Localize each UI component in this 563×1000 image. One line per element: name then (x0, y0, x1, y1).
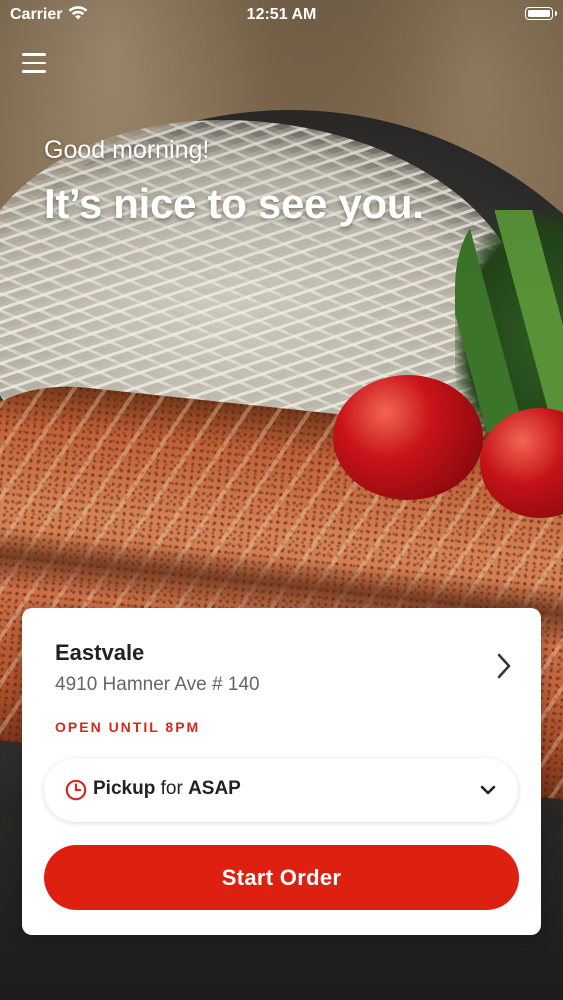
greeting-text: Good morning! (44, 136, 210, 164)
order-mode-label: Pickup for ASAP (93, 778, 241, 800)
store-hours-status: OPEN UNTIL 8PM (55, 719, 201, 735)
chevron-right-icon[interactable] (497, 653, 511, 684)
order-mode-dropdown[interactable]: Pickup for ASAP (44, 758, 518, 822)
clock-icon (65, 779, 87, 806)
hamburger-menu-icon[interactable] (22, 53, 46, 75)
chevron-down-icon (480, 783, 496, 801)
status-time: 12:51 AM (246, 6, 317, 23)
battery-icon (525, 7, 557, 20)
location-selector[interactable]: Eastvale 4910 Hamner Ave # 140 (22, 608, 541, 708)
order-mode-type: Pickup (93, 778, 156, 799)
order-mode-connector: for (160, 778, 183, 799)
location-name: Eastvale (55, 640, 145, 665)
location-card: Eastvale 4910 Hamner Ave # 140 OPEN UNTI… (22, 608, 541, 935)
start-order-button[interactable]: Start Order (44, 845, 519, 910)
welcome-headline: It’s nice to see you. (44, 180, 424, 227)
status-bar: Carrier 12:51 AM (0, 0, 563, 30)
location-address: 4910 Hamner Ave # 140 (55, 674, 260, 695)
order-mode-time: ASAP (188, 778, 241, 799)
